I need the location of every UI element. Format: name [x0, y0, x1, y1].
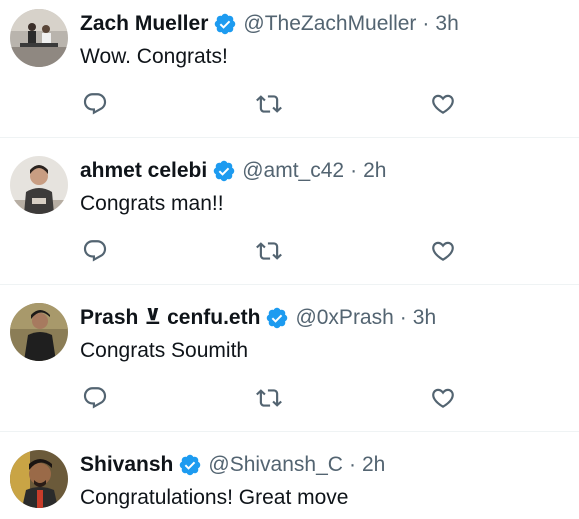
like-button[interactable]	[428, 89, 458, 119]
reply-header: Prash ⊻ cenfu.eth @0xPrash · 3h	[80, 303, 436, 333]
author-name[interactable]: Shivansh	[80, 450, 173, 480]
verified-badge-icon	[180, 454, 201, 476]
reply-item[interactable]: Prash ⊻ cenfu.eth @0xPrash · 3h Congrats…	[0, 294, 579, 431]
author-handle[interactable]: @Shivansh_C	[208, 450, 343, 480]
reply-text: Congrats Soumith	[80, 339, 249, 362]
reply-header: ahmet celebi @amt_c42 · 2h	[80, 156, 386, 186]
reply-button[interactable]	[80, 236, 110, 266]
verified-badge-icon	[213, 160, 235, 182]
timestamp[interactable]: 2h	[363, 156, 386, 186]
action-bar	[80, 89, 460, 119]
repost-button[interactable]	[254, 236, 284, 266]
author-handle[interactable]: @amt_c42	[242, 156, 344, 186]
avatar[interactable]	[10, 303, 68, 361]
repost-icon	[256, 389, 282, 407]
timestamp[interactable]: 3h	[435, 9, 458, 39]
reply-header: Zach Mueller @TheZachMueller · 3h	[80, 9, 459, 39]
reply-item[interactable]: Zach Mueller @TheZachMueller · 3h Wow. C…	[0, 0, 579, 137]
avatar[interactable]	[10, 450, 68, 508]
separator-dot: ·	[350, 159, 358, 182]
like-button[interactable]	[428, 236, 458, 266]
author-name[interactable]: ahmet celebi	[80, 156, 207, 186]
author-name[interactable]: Zach Mueller	[80, 9, 208, 39]
reply-item[interactable]: ahmet celebi @amt_c42 · 2h Congrats man!…	[0, 147, 579, 284]
action-bar	[80, 383, 460, 413]
avatar[interactable]	[10, 9, 68, 67]
timestamp[interactable]: 3h	[413, 303, 436, 333]
author-name[interactable]: Prash ⊻ cenfu.eth	[80, 303, 260, 333]
author-handle[interactable]: @0xPrash	[295, 303, 393, 333]
avatar[interactable]	[10, 156, 68, 214]
reply-button[interactable]	[80, 89, 110, 119]
separator-dot: ·	[348, 453, 356, 476]
like-icon	[432, 388, 454, 408]
reply-divider	[0, 137, 579, 138]
reply-icon	[83, 93, 107, 115]
reply-text: Wow. Congrats!	[80, 45, 228, 68]
verified-badge-icon	[267, 307, 288, 329]
repost-button[interactable]	[254, 383, 284, 413]
separator-dot: ·	[399, 306, 407, 329]
reply-icon	[83, 387, 107, 409]
reply-text: Congrats man!!	[80, 192, 224, 215]
repost-icon	[256, 242, 282, 260]
like-icon	[432, 94, 454, 114]
reply-divider	[0, 284, 579, 285]
reply-divider	[0, 431, 579, 432]
verified-badge-icon	[215, 13, 236, 35]
repost-icon	[256, 95, 282, 113]
timestamp[interactable]: 2h	[362, 450, 385, 480]
like-icon	[432, 241, 454, 261]
action-bar	[80, 236, 460, 266]
repost-button[interactable]	[254, 89, 284, 119]
reply-text: Congratulations! Great move	[80, 486, 349, 509]
reply-icon	[83, 240, 107, 262]
separator-dot: ·	[422, 12, 430, 35]
reply-header: Shivansh @Shivansh_C · 2h	[80, 450, 385, 480]
author-handle[interactable]: @TheZachMueller	[243, 9, 416, 39]
reply-button[interactable]	[80, 383, 110, 413]
like-button[interactable]	[428, 383, 458, 413]
reply-item[interactable]: Shivansh @Shivansh_C · 2h Congratulation…	[0, 441, 579, 519]
